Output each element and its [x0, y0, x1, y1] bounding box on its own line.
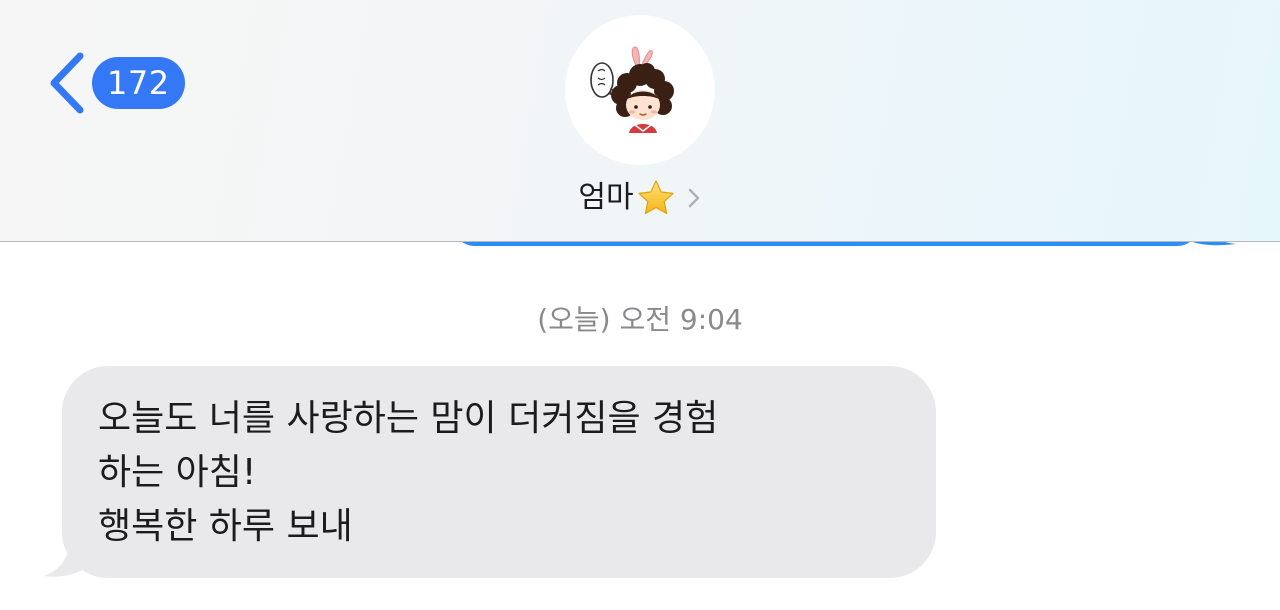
message-line: 하는 아침! — [98, 452, 257, 493]
chevron-right-icon — [688, 188, 699, 208]
messages-screen: 172 엄마 (오늘) 오전 9:04 오늘도 너를 사랑하는 맘이 더커짐을 … — [0, 0, 1280, 610]
star-icon — [637, 180, 674, 215]
message-timestamp: (오늘) 오전 9:04 — [537, 303, 743, 336]
message-line: 행복한 하루 보내 — [98, 506, 353, 547]
contact-name-button[interactable]: 엄마 — [0, 176, 1280, 220]
unread-count-badge: 172 — [92, 57, 185, 109]
incoming-message-bubble[interactable]: 오늘도 너를 사랑하는 맘이 더커짐을 경험 하는 아침! 행복한 하루 보내 — [62, 366, 936, 578]
message-line: 오늘도 너를 사랑하는 맘이 더커짐을 경험 — [98, 398, 719, 439]
back-button[interactable]: 172 — [46, 50, 185, 116]
conversation-header: 172 엄마 — [0, 0, 1280, 242]
contact-name: 엄마 — [578, 180, 634, 215]
contact-avatar[interactable] — [565, 15, 715, 165]
character-avatar-icon — [590, 46, 674, 133]
chevron-left-icon — [50, 52, 84, 114]
